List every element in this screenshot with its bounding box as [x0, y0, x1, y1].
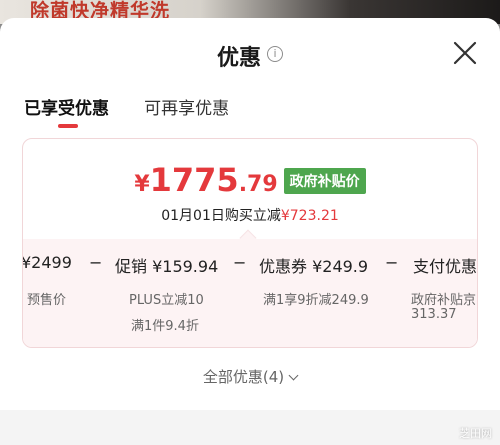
watermark: 芝田网	[459, 427, 492, 440]
minus-operator: −	[89, 253, 103, 272]
final-price: ¥1775.79	[134, 161, 277, 199]
tab-enjoyed-offers[interactable]: 已享受优惠	[24, 94, 109, 128]
promotion-value: 促销 ¥159.94	[115, 257, 219, 276]
offers-sheet: 优惠 i 已享受优惠 可再享优惠 ¥1775.79 政府补贴价 01月01日购买立减…	[0, 18, 500, 445]
price-breakdown: ¥2499 − 促销 ¥159.94 − 优惠券 ¥249.9 − 支付优惠 预…	[22, 239, 478, 347]
purchase-amount: ¥723.21	[280, 208, 339, 224]
price-card: ¥1775.79 政府补贴价 01月01日购买立减¥723.21 ¥2499 − …	[22, 138, 478, 348]
close-icon[interactable]	[452, 40, 478, 66]
price-decimal: .79	[238, 172, 278, 197]
payment-detail: 政府补贴京	[411, 293, 477, 308]
promotion-detail-2: 满1件9.4折	[131, 319, 199, 334]
presale-label: 预售价	[27, 293, 67, 308]
gov-subsidy-badge: 政府补贴价	[283, 168, 366, 194]
info-icon[interactable]: i	[267, 46, 283, 62]
tab-label: 可再享优惠	[144, 99, 230, 119]
breakdown-row: ¥2499 − 促销 ¥159.94 − 优惠券 ¥249.9 − 支付优惠	[22, 253, 478, 283]
promotion-detail: PLUS立减10	[129, 293, 204, 308]
payment-detail-2: 313.37	[411, 307, 457, 322]
purchase-prefix: 01月01日购买立减	[161, 208, 281, 224]
coupon-value: 优惠券 ¥249.9	[259, 257, 369, 276]
tab-label: 已享受优惠	[24, 99, 109, 119]
purchase-savings-line: 01月01日购买立减¥723.21	[23, 205, 477, 225]
minus-operator: −	[385, 253, 399, 272]
chevron-down-icon	[288, 370, 299, 381]
all-offers-label: 全部优惠(4)	[202, 368, 285, 386]
active-tab-indicator	[58, 124, 78, 128]
coupon-detail: 满1享9折减249.9	[263, 293, 369, 308]
currency-symbol: ¥	[134, 172, 150, 197]
sheet-header: 优惠 i	[0, 18, 500, 86]
price-integer: 1775	[149, 161, 239, 199]
tab-more-offers[interactable]: 可再享优惠	[144, 94, 229, 119]
final-price-row: ¥1775.79 政府补贴价	[23, 139, 477, 203]
presale-price: ¥2499	[22, 253, 72, 272]
minus-operator: −	[233, 253, 247, 272]
sheet-title: 优惠	[216, 46, 261, 71]
all-offers-link[interactable]: 全部优惠(4)	[0, 366, 500, 387]
bottom-divider-band	[0, 410, 500, 445]
payment-discount: 支付优惠	[413, 257, 478, 276]
tab-bar: 已享受优惠 可再享优惠	[0, 86, 500, 136]
